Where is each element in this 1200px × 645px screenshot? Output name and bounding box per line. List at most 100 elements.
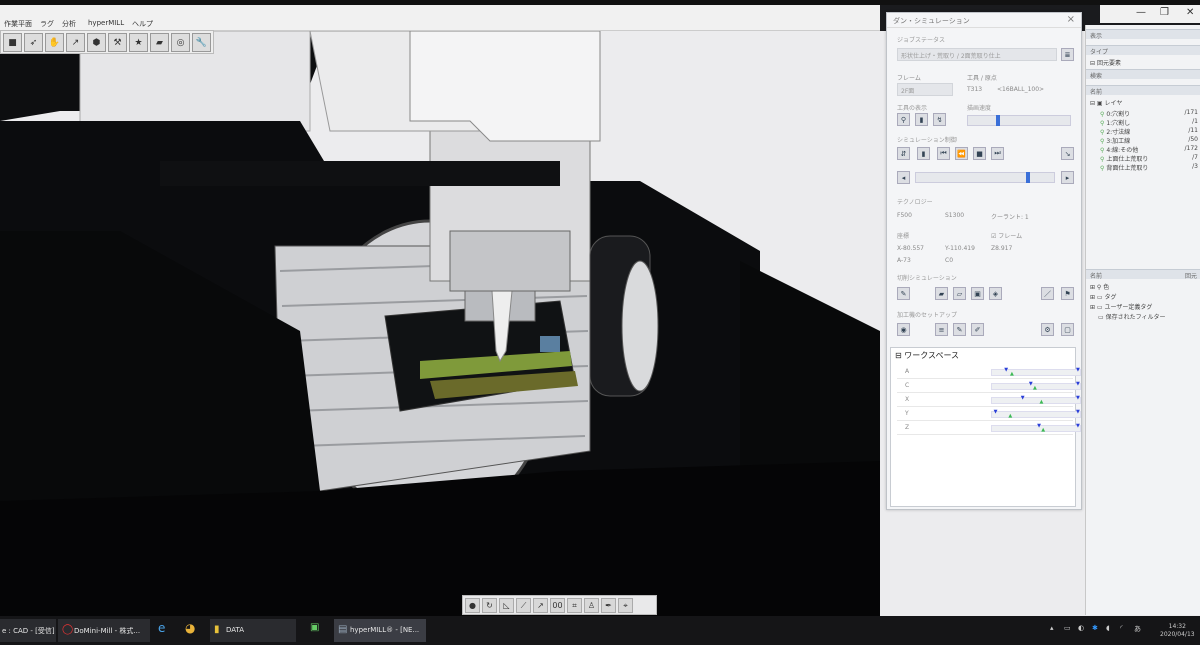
axis-range-bar[interactable]: ▼ ▲ ▼: [991, 409, 1081, 419]
sketch-item[interactable]: ⊟ 回元要素: [1090, 58, 1121, 67]
layer-item[interactable]: ⚲ 1:穴割し/1: [1100, 118, 1200, 127]
minimize-icon[interactable]: —: [1136, 7, 1146, 18]
setup-eye-icon[interactable]: ◉: [897, 323, 910, 336]
star-icon[interactable]: ★: [129, 33, 148, 52]
menu-help[interactable]: ヘルプ: [132, 19, 153, 29]
holder-display-icon[interactable]: ▮: [915, 113, 928, 126]
wifi-icon[interactable]: ◜: [1120, 624, 1123, 632]
cube-icon[interactable]: ■: [3, 33, 22, 52]
fit-icon[interactable]: ⌖: [618, 598, 633, 613]
color-icon[interactable]: ◈: [989, 287, 1002, 300]
plane-icon[interactable]: ◺: [499, 598, 514, 613]
view-header[interactable]: 表示: [1086, 29, 1200, 40]
menu-analysis[interactable]: 分析: [62, 19, 76, 29]
job-status-field: 形状仕上げ・荒取り / 2面荒取り仕上: [897, 48, 1057, 61]
name2-header[interactable]: 名前 回元: [1086, 269, 1200, 280]
tag-item-user[interactable]: ⊞ ▭ ユーザー定義タグ: [1090, 302, 1152, 311]
folder-icon: ▮: [214, 624, 220, 635]
task-domini[interactable]: ◯ DoMini-Mill - 株式...: [58, 619, 150, 642]
axis-range-bar[interactable]: ▼ ▲ ▼: [991, 367, 1081, 377]
menu-hypermill[interactable]: hyperMILL: [88, 19, 124, 27]
task-cad[interactable]: e : CAD - [受信]: [0, 619, 56, 642]
hand-icon[interactable]: ✋: [45, 33, 64, 52]
axis-range-bar[interactable]: ▼ ▲ ▼: [991, 395, 1081, 405]
tool-icon[interactable]: ⚒: [108, 33, 127, 52]
step-icon[interactable]: ⇵: [897, 147, 910, 160]
layer-root[interactable]: ⊟ ▣ レイヤ: [1090, 98, 1122, 107]
rotate-icon[interactable]: ↻: [482, 598, 497, 613]
close-icon[interactable]: ×: [1067, 14, 1075, 25]
numbers-icon[interactable]: 00: [550, 598, 565, 613]
security-icon[interactable]: ◐: [1078, 624, 1084, 632]
target-icon[interactable]: ◎: [171, 33, 190, 52]
wrench-icon[interactable]: 🔧: [192, 33, 211, 52]
volume-icon[interactable]: ◖: [1106, 624, 1110, 632]
close-icon[interactable]: ✕: [1186, 7, 1194, 18]
name-header[interactable]: 名前: [1086, 85, 1200, 96]
slider-right-icon[interactable]: ▸: [1061, 171, 1074, 184]
type-header[interactable]: タイプ: [1086, 45, 1200, 56]
tray-arrow-icon[interactable]: ▴: [1050, 624, 1054, 632]
machine-icon[interactable]: ⚙: [1041, 323, 1054, 336]
tag-item-color[interactable]: ⊞ ⚲ 色: [1090, 282, 1109, 291]
feature-icon[interactable]: ➶: [24, 33, 43, 52]
layer-item[interactable]: ⚲ 3:加工線/50: [1100, 136, 1200, 145]
progress-slider[interactable]: [915, 172, 1055, 183]
clock[interactable]: 14:32 2020/04/13: [1160, 623, 1195, 639]
sphere-icon[interactable]: ●: [465, 598, 480, 613]
chrome-icon[interactable]: ◕: [185, 621, 195, 635]
cut-sim-icon[interactable]: ✎: [897, 287, 910, 300]
task-data[interactable]: ▮ DATA: [210, 619, 296, 642]
pause-icon[interactable]: ▮: [917, 147, 930, 160]
search-header[interactable]: 検索: [1086, 69, 1200, 80]
compare-icon[interactable]: ▱: [953, 287, 966, 300]
axis-range-bar[interactable]: ▼ ▲ ▼: [991, 381, 1081, 391]
curve-option-icon[interactable]: ↘: [1061, 147, 1074, 160]
tool-display-icon[interactable]: ⚲: [897, 113, 910, 126]
forward-end-icon[interactable]: ⏭: [991, 147, 1004, 160]
stock-view-icon[interactable]: ▰: [935, 287, 948, 300]
bottle-icon[interactable]: ⬢: [87, 33, 106, 52]
pen-icon[interactable]: ✒: [601, 598, 616, 613]
person-icon[interactable]: ♙: [584, 598, 599, 613]
layer-item[interactable]: ⚲ 上面仕上荒取り/7: [1100, 154, 1200, 163]
flag-icon[interactable]: ⚑: [1061, 287, 1074, 300]
measure-icon[interactable]: ／: [1041, 287, 1054, 300]
curve-icon[interactable]: ↗: [66, 33, 85, 52]
stop-icon[interactable]: ■: [973, 147, 986, 160]
network-icon[interactable]: ▭: [1064, 624, 1071, 632]
machine-3d-view[interactable]: [0, 31, 880, 616]
rewind-icon[interactable]: ⏪: [955, 147, 968, 160]
layer-item[interactable]: ⚲ 背面仕上荒取り/3: [1100, 163, 1200, 172]
frame-checkbox[interactable]: ☑ フレーム: [991, 231, 1022, 240]
slider-left-icon[interactable]: ◂: [897, 171, 910, 184]
setup-tool-icon[interactable]: ✎: [953, 323, 966, 336]
monitor-icon[interactable]: ▢: [1061, 323, 1074, 336]
arrow-icon[interactable]: ↗: [533, 598, 548, 613]
axis-icon[interactable]: ⟋: [516, 598, 531, 613]
material-icon[interactable]: ▣: [971, 287, 984, 300]
layer-item[interactable]: ⚲ 0:穴割り/171: [1100, 109, 1200, 118]
job-list-icon[interactable]: ≣: [1061, 48, 1074, 61]
axis-range-bar[interactable]: ▼ ▲ ▼: [991, 423, 1081, 433]
rewind-start-icon[interactable]: ⏮: [937, 147, 950, 160]
speed-slider[interactable]: [967, 115, 1071, 126]
menu-workplane[interactable]: 作業平面: [4, 19, 32, 29]
task-hypermill[interactable]: ▤ hyperMILL® - [NE...: [334, 619, 426, 642]
setup-edit-icon[interactable]: ✐: [971, 323, 984, 336]
layer-item[interactable]: ⚲ 2:寸法線/11: [1100, 127, 1200, 136]
layer-item[interactable]: ⚲ 4:線:その他/172: [1100, 145, 1200, 154]
workspace-header[interactable]: ⊟ ワークスペース: [891, 348, 1075, 363]
tag-item-tag[interactable]: ⊞ ▭ タグ: [1090, 292, 1117, 301]
bluetooth-icon[interactable]: ✱: [1092, 624, 1098, 632]
menu-rag[interactable]: ラグ: [40, 19, 54, 29]
ime-icon[interactable]: あ: [1134, 624, 1141, 634]
path-display-icon[interactable]: ↯: [933, 113, 946, 126]
maximize-icon[interactable]: ❐: [1160, 7, 1169, 18]
snap-icon[interactable]: ⌗: [567, 598, 582, 613]
tag-item-filter[interactable]: ▭ 保存されたフィルター: [1098, 312, 1165, 321]
setup-list-icon[interactable]: ≡: [935, 323, 948, 336]
app-icon[interactable]: ▣: [310, 622, 319, 633]
stock-icon[interactable]: ▰: [150, 33, 169, 52]
edge-icon[interactable]: e: [158, 621, 165, 635]
